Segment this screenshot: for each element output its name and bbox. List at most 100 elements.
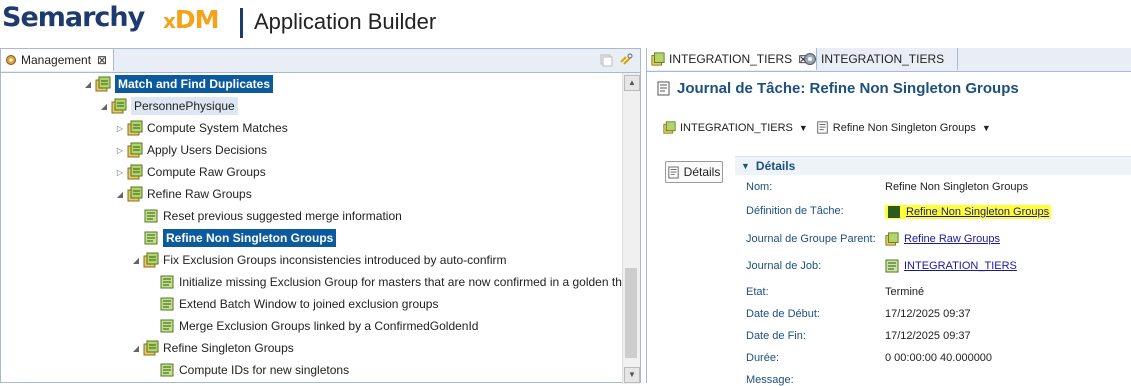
page-title: Journal de Tâche: Refine Non Singleton G… [657, 80, 1019, 97]
expanded-arrow-icon[interactable]: ◢ [115, 190, 125, 199]
chevron-down-icon[interactable]: ▼ [982, 123, 991, 133]
tree-node-compute-system-matches[interactable]: ▷ Compute System Matches [115, 117, 288, 139]
expanded-arrow-icon[interactable]: ◢ [131, 256, 141, 265]
task-group-icon [127, 186, 143, 202]
tree-node-personnephysique[interactable]: ◢ PersonnePhysique [99, 95, 238, 117]
tab-integration-tiers-job[interactable]: INTEGRATION_TIERS [799, 48, 958, 70]
link-with-editor-icon[interactable] [619, 53, 633, 67]
task-definition-icon [887, 205, 901, 219]
details-section-header[interactable]: ▼ Détails [735, 156, 1131, 175]
details-button-label: Détails [683, 165, 721, 179]
field-value-nom: Refine Non Singleton Groups [885, 181, 1029, 193]
field-value-job: INTEGRATION_TIERS [885, 259, 1017, 273]
field-label-nom: Nom: [746, 181, 773, 193]
task-icon [143, 230, 159, 246]
tree-node-label: Compute Raw Groups [147, 165, 266, 179]
journal-icon [816, 121, 829, 134]
tree-node-label: Reset previous suggested merge informati… [163, 209, 402, 223]
tab-label: INTEGRATION_TIERS [821, 52, 945, 66]
task-icon [159, 362, 175, 378]
task-group-icon [127, 142, 143, 158]
tree-node-label: Compute IDs for new singletons [179, 363, 350, 377]
gear-icon [5, 54, 17, 66]
task-group-icon [127, 164, 143, 180]
field-label-date-debut: Date de Début: [746, 308, 820, 320]
breadcrumb-task[interactable]: Refine Non Singleton Groups [833, 122, 976, 134]
task-icon [159, 274, 175, 290]
journal-panel: INTEGRATION_TIERS ⊠ INTEGRATION_TIERS Jo… [646, 48, 1131, 386]
tree-node-refine-singleton-groups[interactable]: ◢ Refine Singleton Groups [131, 337, 294, 359]
task-group-icon [127, 120, 143, 136]
tree-node-match-and-find-duplicates[interactable]: ◢ Match and Find Duplicates [83, 73, 274, 95]
tree-node-refine-raw-groups[interactable]: ◢ Refine Raw Groups [115, 183, 252, 205]
link-parent-group[interactable]: Refine Raw Groups [904, 233, 1000, 245]
tab-label: INTEGRATION_TIERS [669, 52, 793, 66]
app-header: Semarchy xDM Application Builder [0, 0, 1131, 46]
journal-icon [657, 81, 670, 96]
tree-node-label: Fix Exclusion Groups inconsistencies int… [163, 253, 507, 267]
field-value-date-debut: 17/12/2025 09:37 [885, 308, 971, 320]
scroll-down-icon[interactable]: ▼ [624, 367, 640, 383]
scroll-thumb[interactable] [625, 268, 637, 358]
tab-integration-tiers-journal[interactable]: INTEGRATION_TIERS ⊠ [647, 48, 818, 70]
tree-node-extend-batch-window[interactable]: Extend Batch Window to joined exclusion … [147, 293, 438, 315]
field-value-duree: 0 00:00:00 40.000000 [885, 352, 993, 364]
page-title-text: Journal de Tâche: Refine Non Singleton G… [677, 80, 1019, 97]
field-label-parent-group: Journal de Groupe Parent: [746, 233, 876, 245]
link-job[interactable]: INTEGRATION_TIERS [904, 260, 1017, 272]
breadcrumb-job[interactable]: INTEGRATION_TIERS [680, 122, 793, 134]
task-icon [143, 208, 159, 224]
tree-node-initialize-missing[interactable]: Initialize missing Exclusion Group for m… [147, 271, 623, 293]
expanded-arrow-icon[interactable]: ▼ [741, 161, 750, 171]
tree-node-label: Compute System Matches [147, 121, 288, 135]
task-group-icon [143, 340, 159, 356]
task-icon [159, 318, 175, 334]
close-icon[interactable]: ⊠ [97, 53, 107, 67]
details-section-title: Détails [755, 159, 796, 173]
job-tree: ◢ Match and Find Duplicates ◢ PersonnePh… [1, 73, 623, 384]
management-tabbar: Management ⊠ [1, 49, 640, 73]
tree-node-label: Refine Non Singleton Groups [163, 229, 337, 247]
task-group-icon [143, 252, 159, 268]
details-button[interactable]: Détails [665, 161, 723, 183]
task-group-icon [95, 76, 111, 92]
tree-node-compute-ids[interactable]: Compute IDs for new singletons [147, 359, 349, 381]
field-label-job: Journal de Job: [746, 260, 822, 272]
job-log-icon [885, 259, 899, 273]
field-value-etat: Terminé [885, 286, 925, 298]
tree-node-fix-exclusion-groups[interactable]: ◢ Fix Exclusion Groups inconsistencies i… [131, 249, 507, 271]
tree-node-label: Refine Raw Groups [147, 187, 252, 201]
collapsed-arrow-icon[interactable]: ▷ [115, 146, 125, 155]
field-label-message: Message: [746, 374, 794, 386]
tree-node-label: Initialize missing Exclusion Group for m… [179, 275, 623, 289]
expanded-arrow-icon[interactable]: ◢ [131, 344, 141, 353]
tree-node-refine-non-singleton-groups[interactable]: Refine Non Singleton Groups [131, 227, 337, 249]
task-icon [159, 296, 175, 312]
editor-tabbar: INTEGRATION_TIERS ⊠ INTEGRATION_TIERS [647, 48, 1131, 72]
tree-node-label: Match and Find Duplicates [115, 75, 274, 93]
logo-semarchy: Semarchy [2, 2, 145, 33]
expanded-arrow-icon[interactable]: ◢ [83, 80, 93, 89]
collapse-all-icon[interactable] [599, 53, 613, 67]
task-group-icon [663, 121, 676, 134]
scroll-up-icon[interactable]: ▲ [624, 75, 640, 91]
task-group-icon [111, 98, 127, 114]
task-group-icon [651, 52, 665, 66]
chevron-down-icon[interactable]: ▼ [799, 123, 808, 133]
management-panel: Management ⊠ ◢ Match and Find Duplicates… [0, 48, 641, 384]
task-group-icon [885, 232, 899, 246]
tab-management[interactable]: Management ⊠ [1, 49, 115, 71]
tree-node-compute-raw-groups[interactable]: ▷ Compute Raw Groups [115, 161, 266, 183]
field-label-date-fin: Date de Fin: [746, 330, 806, 342]
link-task-definition[interactable]: Refine Non Singleton Groups [906, 206, 1049, 218]
tree-node-apply-users-decisions[interactable]: ▷ Apply Users Decisions [115, 139, 267, 161]
field-value-date-fin: 17/12/2025 09:37 [885, 330, 971, 342]
expanded-arrow-icon[interactable]: ◢ [99, 102, 109, 111]
collapsed-arrow-icon[interactable]: ▷ [115, 168, 125, 177]
tree-node-reset-previous[interactable]: Reset previous suggested merge informati… [131, 205, 402, 227]
tree-node-merge-exclusion-groups[interactable]: Merge Exclusion Groups linked by a Confi… [147, 315, 478, 337]
collapsed-arrow-icon[interactable]: ▷ [115, 124, 125, 133]
gear-icon [803, 52, 817, 66]
tree-vertical-scrollbar[interactable]: ▲ ▼ [622, 73, 640, 384]
tree-node-label: Merge Exclusion Groups linked by a Confi… [179, 319, 479, 333]
